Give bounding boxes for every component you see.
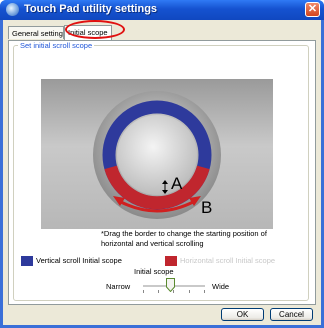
- tab-general-setting[interactable]: General setting: [8, 26, 64, 39]
- label-b: B: [201, 198, 212, 217]
- touchpad-icon: [6, 3, 19, 16]
- close-icon: ✕: [307, 3, 318, 15]
- vertical-swatch: [21, 256, 33, 266]
- vertical-legend-label: Vertical scroll Initial scope: [36, 256, 122, 265]
- label-a: A: [171, 174, 183, 193]
- cancel-button[interactable]: Cancel: [270, 308, 313, 321]
- horizontal-legend-label: Horizontal scroll Initial scope: [180, 256, 276, 265]
- horizontal-swatch: [165, 256, 177, 266]
- slider-thumb[interactable]: [166, 278, 176, 292]
- scope-preview[interactable]: A B: [41, 79, 273, 229]
- scope-diagram: A B: [93, 91, 221, 219]
- initial-scope-slider[interactable]: [141, 277, 207, 295]
- tab-panel: Set initial scroll scope A B *Drag the b…: [8, 40, 316, 305]
- scope-legend: Vertical scroll Initial scope Horizontal…: [21, 255, 311, 267]
- ok-button[interactable]: OK: [221, 308, 264, 321]
- tab-highlight-ring: [65, 20, 125, 39]
- close-button[interactable]: ✕: [305, 2, 320, 17]
- pad-center: [117, 115, 197, 195]
- dialog-body: General setting Initial scope Set initia…: [3, 20, 321, 325]
- initial-scope-title: Initial scope: [134, 267, 174, 276]
- drag-instruction: *Drag the border to change the starting …: [101, 229, 267, 248]
- title-bar[interactable]: Touch Pad utility settings ✕: [0, 0, 324, 20]
- dialog-window: Touch Pad utility settings ✕ General set…: [0, 0, 324, 328]
- slider-min-label: Narrow: [106, 282, 131, 291]
- dialog-buttons: OK Cancel: [3, 308, 321, 322]
- group-legend: Set initial scroll scope: [18, 41, 95, 50]
- window-title: Touch Pad utility settings: [24, 3, 158, 15]
- slider-max-label: Wide: [212, 282, 230, 291]
